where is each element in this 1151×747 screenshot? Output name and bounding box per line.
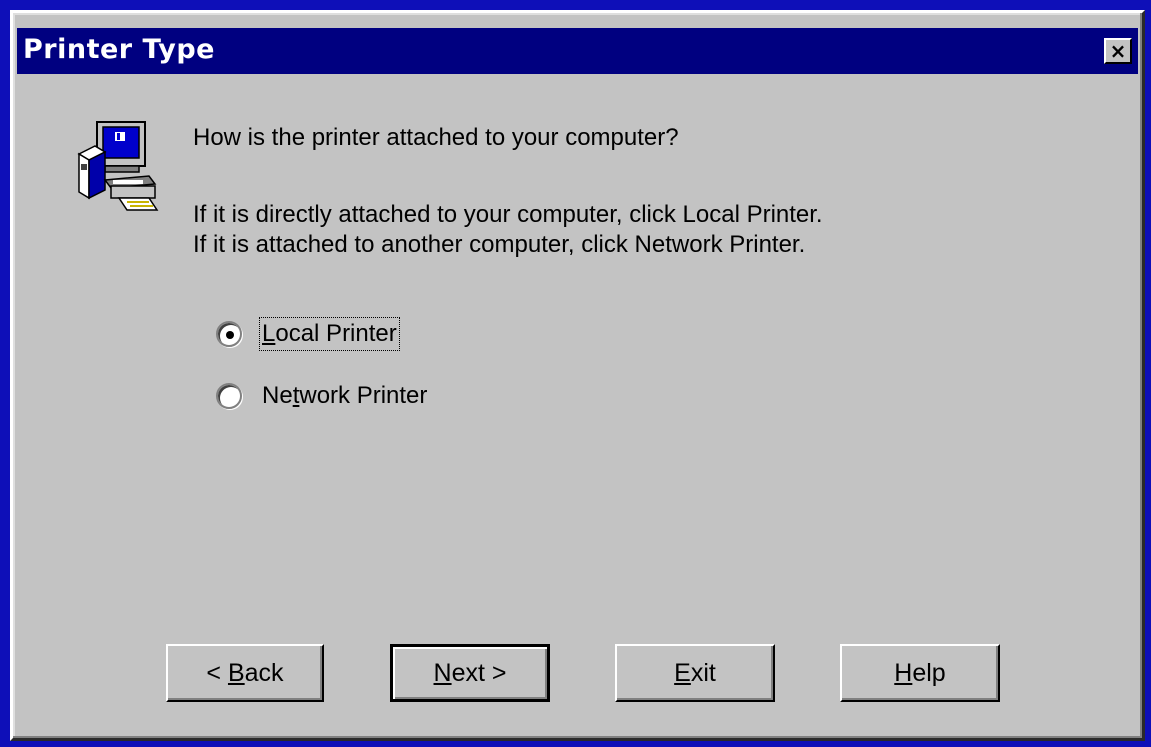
local-printer-label[interactable]: Local Printer: [259, 317, 400, 351]
printer-type-dialog: [10, 10, 1145, 741]
network-printer-radio[interactable]: [216, 383, 242, 409]
local-printer-option[interactable]: Local Printer: [216, 317, 400, 351]
title-bar[interactable]: Printer Type ×: [17, 28, 1138, 74]
info-text-network: If it is attached to another computer, c…: [193, 231, 806, 258]
local-printer-radio[interactable]: [216, 321, 242, 347]
network-printer-option[interactable]: Network Printer: [216, 382, 427, 410]
question-text: How is the printer attached to your comp…: [193, 124, 679, 151]
radio-selected-dot: [226, 331, 234, 339]
back-button[interactable]: < Back: [166, 644, 324, 702]
close-button[interactable]: ×: [1104, 38, 1132, 64]
help-button[interactable]: Help: [840, 644, 1000, 702]
dialog-title: Printer Type: [23, 34, 215, 65]
exit-button[interactable]: Exit: [615, 644, 775, 702]
network-printer-label[interactable]: Network Printer: [262, 382, 427, 410]
info-text-local: If it is directly attached to your compu…: [193, 201, 823, 228]
printer-computer-icon: [77, 121, 159, 211]
close-icon: ×: [1109, 39, 1127, 63]
next-button[interactable]: Next >: [390, 644, 550, 702]
